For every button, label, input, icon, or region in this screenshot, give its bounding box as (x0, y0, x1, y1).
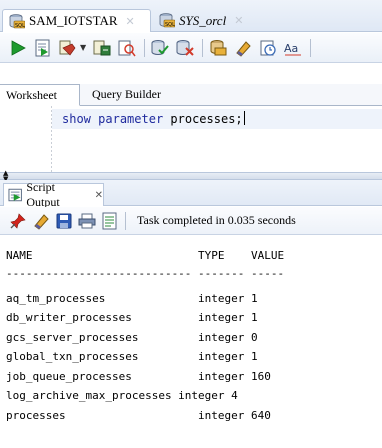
worksheet-toolbar: ▼ Aa (0, 33, 382, 63)
result-row: aq_tm_processes integer 1 (6, 292, 258, 305)
print-icon[interactable] (77, 211, 97, 231)
panel-splitter[interactable]: ▲ ▼ (0, 170, 382, 183)
clear-eraser-icon[interactable] (31, 211, 51, 231)
sql-tuning-advisor-icon[interactable] (117, 38, 137, 58)
sql-statement[interactable]: show parameter processes; (62, 111, 245, 126)
script-output-results[interactable]: NAME TYPE VALUE ------------------------… (0, 236, 382, 448)
result-row: job_queue_processes integer 160 (6, 370, 271, 383)
sql-keyword: parameter (98, 112, 164, 126)
document-icon[interactable] (100, 211, 120, 231)
results-header: NAME TYPE VALUE (6, 249, 285, 262)
result-row: global_txn_processes integer 1 (6, 350, 258, 363)
run-script-icon[interactable] (33, 38, 53, 58)
tab-query-builder[interactable]: Query Builder (86, 84, 167, 106)
text-caret (243, 111, 245, 125)
unshared-worksheet-icon[interactable] (208, 38, 228, 58)
explain-plan-icon[interactable] (92, 38, 112, 58)
sql-history-icon[interactable] (258, 38, 278, 58)
svg-text:SQL: SQL (15, 23, 25, 29)
run-statement-icon[interactable] (8, 38, 28, 58)
close-icon[interactable]: ✕ (95, 190, 103, 201)
result-row: log_archive_max_processes integer 4 (6, 389, 238, 402)
connection-tab-label: SAM_IOTSTAR (29, 13, 118, 28)
connection-tab-sys-orcl[interactable]: SQL SYS_orcl ✕ (153, 9, 280, 32)
chevron-down-icon[interactable]: ▼ (80, 43, 86, 52)
results-separator: ---------------------------- ------- ---… (6, 267, 285, 280)
result-row: processes integer 640 (6, 409, 271, 422)
tab-script-output[interactable]: Script Output ✕ (3, 180, 104, 209)
close-icon[interactable]: ✕ (234, 14, 243, 27)
result-row: gcs_server_processes integer 0 (6, 331, 258, 344)
connection-tab-label: SYS_orcl (179, 12, 227, 28)
worksheet-tab-bar: Worksheet Query Builder (0, 84, 382, 106)
svg-text:Aa: Aa (284, 42, 298, 55)
tab-label: Script Output (26, 180, 60, 209)
svg-text:SQL: SQL (165, 22, 175, 28)
commit-icon[interactable] (150, 38, 170, 58)
connection-tab-bar: SQL SAM_IOTSTAR ✕ SQL SYS_orcl ✕ (0, 0, 382, 32)
tab-worksheet[interactable]: Worksheet (0, 84, 80, 106)
sql-text: processes; (170, 112, 243, 126)
to-upper-lower-case-icon[interactable]: Aa (283, 38, 303, 58)
script-output-icon (8, 188, 22, 202)
sql-keyword: show (62, 112, 91, 126)
output-toolbar: Task completed in 0.035 seconds (0, 207, 382, 235)
task-status-text: Task completed in 0.035 seconds (137, 213, 296, 227)
sql-database-icon: SQL (159, 13, 175, 28)
clear-eraser-icon[interactable] (233, 38, 253, 58)
sql-database-icon: SQL (9, 13, 25, 29)
toolbar-separator (310, 38, 312, 57)
connection-tab-sam-iotstar[interactable]: SQL SAM_IOTSTAR ✕ (2, 9, 151, 32)
autotrace-icon[interactable] (58, 38, 78, 58)
output-tab-bar: Script Output ✕ (0, 180, 382, 209)
save-icon[interactable] (54, 211, 74, 231)
toolbar-separator (125, 211, 126, 230)
toolbar-separator (144, 38, 146, 57)
result-row: db_writer_processes integer 1 (6, 311, 258, 324)
close-icon[interactable]: ✕ (126, 15, 135, 28)
freeze-pin-icon[interactable] (8, 211, 28, 231)
rollback-icon[interactable] (175, 38, 195, 58)
sql-editor[interactable]: show parameter processes; (0, 106, 382, 172)
editor-gutter (0, 106, 51, 172)
toolbar-separator (202, 38, 204, 57)
